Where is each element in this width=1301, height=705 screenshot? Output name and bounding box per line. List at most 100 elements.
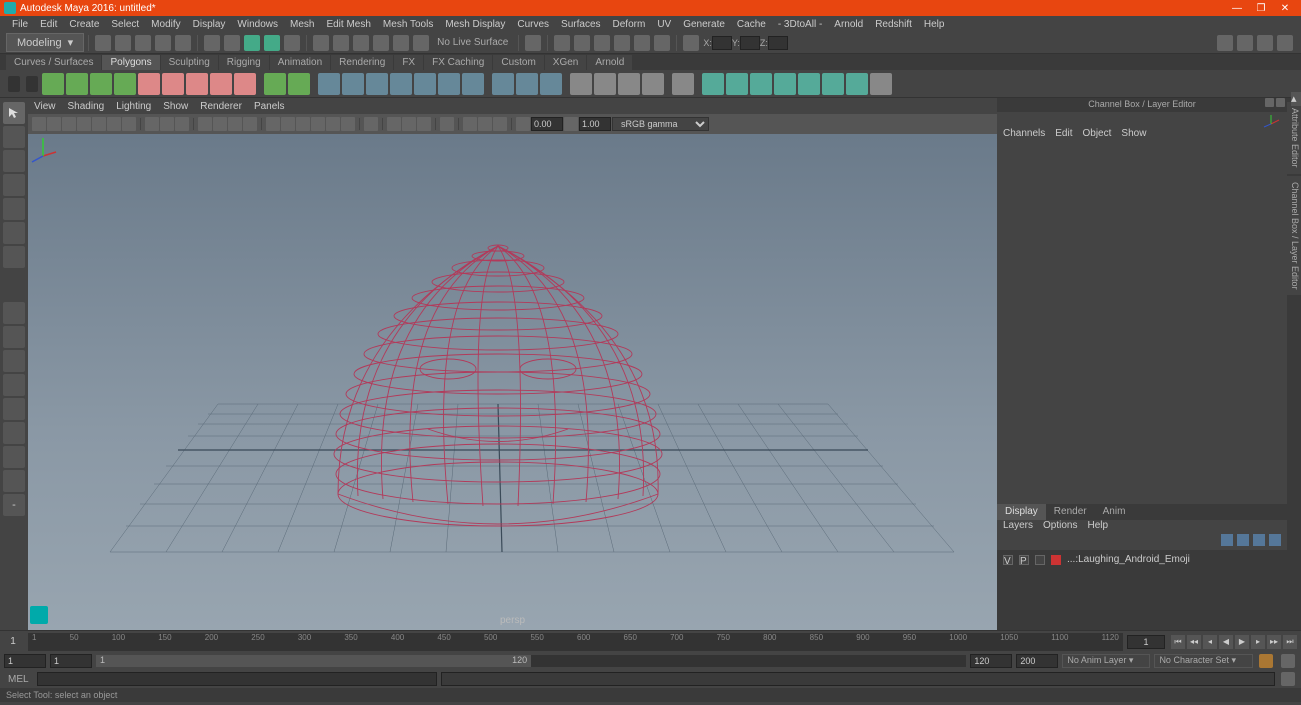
shelf-tab-curves-surfaces[interactable]: Curves / Surfaces — [6, 55, 101, 70]
bevel-icon[interactable] — [462, 73, 484, 95]
quad-draw-icon[interactable] — [702, 73, 724, 95]
poly-pipe-icon[interactable] — [234, 73, 256, 95]
vp-exposure-toggle-icon[interactable] — [516, 117, 530, 131]
cb-menu-channels[interactable]: Channels — [1003, 128, 1045, 142]
cb-menu-edit[interactable]: Edit — [1055, 128, 1072, 142]
snap-plane-icon[interactable] — [373, 35, 389, 51]
undo-icon[interactable] — [155, 35, 171, 51]
vp-grease-icon[interactable] — [92, 117, 106, 131]
insert-edge-icon[interactable] — [750, 73, 772, 95]
multicut-icon[interactable] — [516, 73, 538, 95]
autokey-toggle-icon[interactable] — [1259, 654, 1273, 668]
layer-type-toggle[interactable] — [1035, 555, 1045, 565]
range-anim-end[interactable] — [1016, 654, 1058, 668]
layout-two-v-icon[interactable] — [3, 374, 25, 396]
vp-textured-icon[interactable] — [213, 117, 227, 131]
shelf-left-icon[interactable] — [8, 76, 20, 92]
smooth-icon[interactable] — [366, 73, 388, 95]
vp-menu-lighting[interactable]: Lighting — [116, 101, 151, 112]
crease-icon[interactable] — [822, 73, 844, 95]
menu-surfaces[interactable]: Surfaces — [555, 19, 606, 30]
menu-display[interactable]: Display — [187, 19, 232, 30]
vp-gamma-toggle-icon[interactable] — [564, 117, 578, 131]
layer-color-swatch[interactable] — [1051, 555, 1061, 565]
step-back-button[interactable]: ◂ — [1203, 635, 1217, 649]
rotate-tool[interactable] — [3, 198, 25, 220]
poly-torus-icon[interactable] — [138, 73, 160, 95]
panel-layout-3-icon[interactable] — [1257, 35, 1273, 51]
menu-help[interactable]: Help — [918, 19, 951, 30]
vp-toggle-1-icon[interactable] — [440, 117, 454, 131]
layer-tab-anim[interactable]: Anim — [1095, 504, 1134, 520]
menu-redshift[interactable]: Redshift — [869, 19, 918, 30]
poly-disc-icon[interactable] — [186, 73, 208, 95]
layout-three-icon[interactable] — [3, 398, 25, 420]
vp-view-transform-icon[interactable] — [417, 117, 431, 131]
vp-select-camera-icon[interactable] — [32, 117, 46, 131]
character-set-dropdown[interactable]: No Character Set ▾ — [1154, 654, 1253, 668]
play-back-button[interactable]: ◀ — [1219, 635, 1233, 649]
shelf-tab-sculpting[interactable]: Sculpting — [161, 55, 218, 70]
panel-layout-2-icon[interactable] — [1237, 35, 1253, 51]
render-view-icon[interactable] — [614, 35, 630, 51]
go-start-button[interactable]: ⏮ — [1171, 635, 1185, 649]
vp-toggle-4-icon[interactable] — [493, 117, 507, 131]
vp-menu-view[interactable]: View — [34, 101, 56, 112]
snap-live-icon[interactable] — [393, 35, 409, 51]
vp-film-gate-icon[interactable] — [107, 117, 121, 131]
shelf-tab-fx-caching[interactable]: FX Caching — [424, 55, 492, 70]
menu-arnold[interactable]: Arnold — [828, 19, 869, 30]
viewport[interactable]: persp — [28, 134, 997, 630]
construction-history-icon[interactable] — [525, 35, 541, 51]
scale-tool[interactable] — [3, 222, 25, 244]
xyz-toggle-icon[interactable] — [683, 35, 699, 51]
layout-custom-3-icon[interactable] — [3, 470, 25, 492]
poly-cone-icon[interactable] — [114, 73, 136, 95]
poly-cylinder-icon[interactable] — [90, 73, 112, 95]
layout-custom-2-icon[interactable] — [3, 446, 25, 468]
coord-y-input[interactable] — [740, 36, 760, 50]
coord-x-input[interactable] — [712, 36, 732, 50]
shelf-tab-icon[interactable] — [26, 76, 38, 92]
menu-mesh-display[interactable]: Mesh Display — [439, 19, 511, 30]
menu-curves[interactable]: Curves — [511, 19, 555, 30]
select-mode-icon[interactable] — [204, 35, 220, 51]
side-tab-attribute-editor[interactable]: Attribute Editor — [1287, 102, 1301, 174]
ipr-render-icon[interactable] — [574, 35, 590, 51]
snap-grid-icon[interactable] — [313, 35, 329, 51]
move-tool[interactable] — [3, 174, 25, 196]
layer-tab-display[interactable]: Display — [997, 504, 1046, 520]
layer-new-selected-icon[interactable] — [1269, 534, 1281, 546]
side-tab-channel-box-layer-editor[interactable]: Channel Box / Layer Editor — [1287, 176, 1301, 296]
sculpt-icon[interactable] — [672, 73, 694, 95]
poly-type-icon[interactable] — [264, 73, 286, 95]
last-tool[interactable] — [3, 246, 25, 268]
script-editor-icon[interactable] — [1281, 672, 1295, 686]
layout-four-icon[interactable] — [3, 326, 25, 348]
layer-row[interactable]: V P ...:Laughing_Android_Emoji — [999, 552, 1285, 567]
close-button[interactable]: ✕ — [1273, 1, 1297, 15]
layer-move-up-icon[interactable] — [1221, 534, 1233, 546]
slide-edge-icon[interactable] — [846, 73, 868, 95]
poly-cube-icon[interactable] — [66, 73, 88, 95]
cmd-language-label[interactable]: MEL — [4, 674, 33, 685]
go-end-button[interactable]: ⏭ — [1283, 635, 1297, 649]
vp-bookmark-icon[interactable] — [47, 117, 61, 131]
paint-select-tool[interactable] — [3, 150, 25, 172]
select-tool[interactable] — [3, 102, 25, 124]
poke-icon[interactable] — [870, 73, 892, 95]
menu-mesh-tools[interactable]: Mesh Tools — [377, 19, 439, 30]
bridge-icon[interactable] — [438, 73, 460, 95]
snap-point-icon[interactable] — [353, 35, 369, 51]
new-scene-icon[interactable] — [95, 35, 111, 51]
coord-z-input[interactable] — [768, 36, 788, 50]
vp-colorspace-dropdown[interactable]: sRGB gamma — [612, 117, 709, 131]
shelf-tab-polygons[interactable]: Polygons — [102, 55, 159, 70]
vp-menu-show[interactable]: Show — [163, 101, 188, 112]
vp-motion-blur-icon[interactable] — [326, 117, 340, 131]
menu-edit-mesh[interactable]: Edit Mesh — [320, 19, 376, 30]
snap-curve-icon[interactable] — [333, 35, 349, 51]
select-vertex-icon[interactable] — [224, 35, 240, 51]
save-scene-icon[interactable] — [135, 35, 151, 51]
mirror-icon[interactable] — [570, 73, 592, 95]
